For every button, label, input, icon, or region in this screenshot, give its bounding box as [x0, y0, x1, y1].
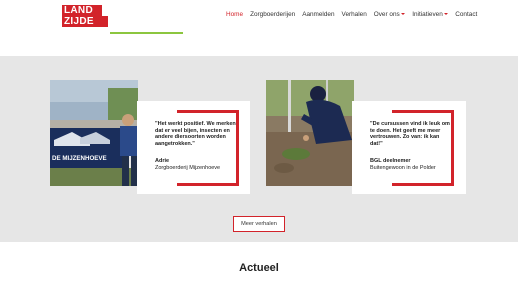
chevron-down-icon: [401, 13, 406, 15]
testimonial-photo-mijzenhoeve: DE MIJZENHOEVE: [50, 80, 138, 186]
testimonial-organisation: Zorgboerderij Mijzenhoeve: [155, 164, 221, 171]
nav-zorgboerderijen[interactable]: Zorgboerderijen: [250, 10, 295, 20]
meer-verhalen-button[interactable]: Meer verhalen: [233, 216, 285, 232]
testimonial-photo-planting: [266, 80, 354, 186]
logo-text-land: LAND: [62, 5, 102, 16]
testimonial-card: "De cursussen vind ik leuk om te doen. H…: [352, 101, 466, 194]
main-nav: Home Zorgboerderijen Aanmelden Verhalen …: [226, 10, 484, 20]
testimonial-organisation: Buitengewoon in de Polder: [370, 164, 436, 171]
page: LAND ZIJDE Home Zorgboerderijen Aanmelde…: [0, 0, 518, 284]
chevron-down-icon: [444, 13, 449, 15]
logo-text-zijde: ZIJDE: [62, 16, 108, 27]
nav-home[interactable]: Home: [226, 10, 243, 20]
nav-verhalen[interactable]: Verhalen: [342, 10, 367, 20]
nav-initiatieven[interactable]: Initiatieven: [412, 10, 449, 20]
site-header: LAND ZIJDE Home Zorgboerderijen Aanmelde…: [0, 0, 518, 56]
testimonial-card: "Het werkt positief. We merken dat er ve…: [137, 101, 250, 194]
nav-initiatieven-label: Initiatieven: [412, 11, 443, 18]
testimonial-quote: "De cursussen vind ik leuk om te doen. H…: [370, 121, 450, 147]
photo-planting-image: [266, 80, 354, 186]
landzijde-logo[interactable]: LAND ZIJDE: [62, 5, 108, 27]
photo-banner-text: DE MIJZENHOEVE: [52, 155, 107, 162]
nav-over-ons-label: Over ons: [373, 11, 400, 18]
nav-contact[interactable]: Contact: [455, 10, 477, 20]
testimonial-quote: "Het werkt positief. We merken dat er ve…: [155, 121, 236, 147]
section-title-actueel: Actueel: [239, 262, 279, 274]
nav-over-ons[interactable]: Over ons: [373, 10, 406, 20]
green-divider: [110, 32, 183, 34]
nav-aanmelden[interactable]: Aanmelden: [302, 10, 334, 20]
photo-mijzenhoeve-image: DE MIJZENHOEVE: [50, 80, 138, 186]
